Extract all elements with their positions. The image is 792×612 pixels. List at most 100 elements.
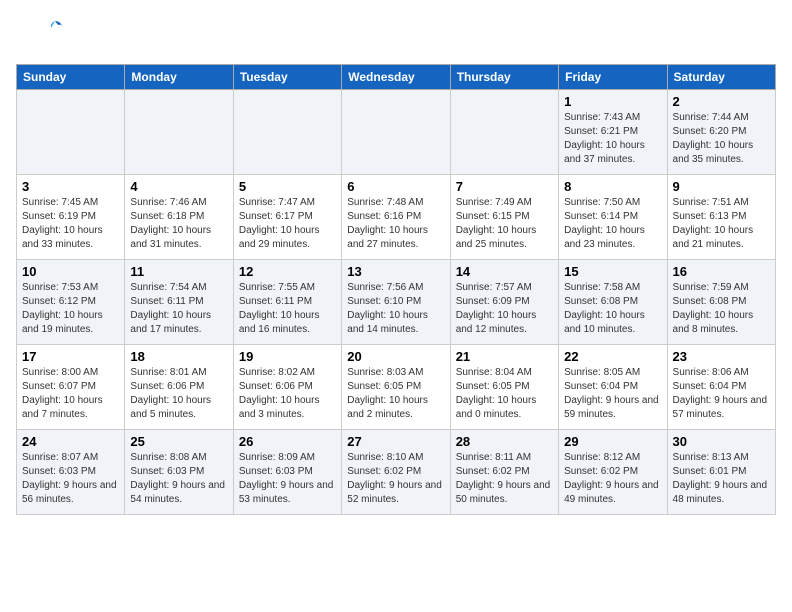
- calendar-cell: 5 Sunrise: 7:47 AM Sunset: 6:17 PM Daylig…: [233, 175, 341, 260]
- day-info: Sunrise: 8:12 AM Sunset: 6:02 PM Dayligh…: [564, 451, 661, 507]
- day-info: Sunrise: 8:00 AM Sunset: 6:07 PM Dayligh…: [22, 366, 119, 422]
- calendar-cell: 16 Sunrise: 7:59 AM Sunset: 6:08 PM Dayli…: [667, 260, 775, 345]
- day-number: 25: [130, 434, 227, 449]
- calendar-cell: [125, 90, 233, 175]
- day-number: 19: [239, 349, 336, 364]
- calendar-header-row: SundayMondayTuesdayWednesdayThursdayFrid…: [17, 65, 776, 90]
- weekday-header-sunday: Sunday: [17, 65, 125, 90]
- day-number: 17: [22, 349, 119, 364]
- calendar-cell: 25 Sunrise: 8:08 AM Sunset: 6:03 PM Dayli…: [125, 430, 233, 515]
- calendar-week-row: 10 Sunrise: 7:53 AM Sunset: 6:12 PM Dayli…: [17, 260, 776, 345]
- day-number: 11: [130, 264, 227, 279]
- day-number: 20: [347, 349, 444, 364]
- day-number: 4: [130, 179, 227, 194]
- day-number: 12: [239, 264, 336, 279]
- calendar-cell: 14Sunrise: 7:57 AM Sunset: 6:09 PM Dayli…: [450, 260, 558, 345]
- day-number: 26: [239, 434, 336, 449]
- day-number: 27: [347, 434, 444, 449]
- day-info: Sunrise: 8:06 AM Sunset: 6:04 PM Dayligh…: [673, 366, 770, 422]
- logo-bird-icon: [46, 18, 64, 36]
- day-number: 13: [347, 264, 444, 279]
- day-number: 2: [673, 94, 770, 109]
- day-number: 6: [347, 179, 444, 194]
- calendar-cell: 22Sunrise: 8:05 AM Sunset: 6:04 PM Dayli…: [559, 345, 667, 430]
- calendar-cell: [450, 90, 558, 175]
- calendar-cell: 12Sunrise: 7:55 AM Sunset: 6:11 PM Dayli…: [233, 260, 341, 345]
- weekday-header-wednesday: Wednesday: [342, 65, 450, 90]
- calendar-cell: 18Sunrise: 8:01 AM Sunset: 6:06 PM Dayli…: [125, 345, 233, 430]
- day-info: Sunrise: 7:49 AM Sunset: 6:15 PM Dayligh…: [456, 196, 553, 252]
- calendar-cell: 8Sunrise: 7:50 AM Sunset: 6:14 PM Daylig…: [559, 175, 667, 260]
- logo: [16, 16, 86, 56]
- day-info: Sunrise: 7:57 AM Sunset: 6:09 PM Dayligh…: [456, 281, 553, 337]
- day-number: 10: [22, 264, 119, 279]
- calendar-cell: 24 Sunrise: 8:07 AM Sunset: 6:03 PM Dayli…: [17, 430, 125, 515]
- calendar-cell: [233, 90, 341, 175]
- day-number: 29: [564, 434, 661, 449]
- day-info: Sunrise: 8:02 AM Sunset: 6:06 PM Dayligh…: [239, 366, 336, 422]
- calendar-cell: 9 Sunrise: 7:51 AM Sunset: 6:13 PM Daylig…: [667, 175, 775, 260]
- calendar-cell: 10 Sunrise: 7:53 AM Sunset: 6:12 PM Dayli…: [17, 260, 125, 345]
- calendar-cell: [17, 90, 125, 175]
- day-number: 9: [673, 179, 770, 194]
- weekday-header-thursday: Thursday: [450, 65, 558, 90]
- day-number: 15: [564, 264, 661, 279]
- calendar-week-row: 17 Sunrise: 8:00 AM Sunset: 6:07 PM Dayli…: [17, 345, 776, 430]
- day-number: 30: [673, 434, 770, 449]
- calendar-cell: 30 Sunrise: 8:13 AM Sunset: 6:01 PM Dayli…: [667, 430, 775, 515]
- calendar-cell: 4 Sunrise: 7:46 AM Sunset: 6:18 PM Daylig…: [125, 175, 233, 260]
- day-number: 22: [564, 349, 661, 364]
- day-info: Sunrise: 8:03 AM Sunset: 6:05 PM Dayligh…: [347, 366, 444, 422]
- calendar-cell: 19 Sunrise: 8:02 AM Sunset: 6:06 PM Dayli…: [233, 345, 341, 430]
- day-number: 21: [456, 349, 553, 364]
- calendar-cell: 20 Sunrise: 8:03 AM Sunset: 6:05 PM Dayli…: [342, 345, 450, 430]
- calendar-cell: 15 Sunrise: 7:58 AM Sunset: 6:08 PM Dayli…: [559, 260, 667, 345]
- day-info: Sunrise: 7:54 AM Sunset: 6:11 PM Dayligh…: [130, 281, 227, 337]
- weekday-header-friday: Friday: [559, 65, 667, 90]
- calendar-cell: 21Sunrise: 8:04 AM Sunset: 6:05 PM Dayli…: [450, 345, 558, 430]
- day-info: Sunrise: 7:58 AM Sunset: 6:08 PM Dayligh…: [564, 281, 661, 337]
- day-number: 16: [673, 264, 770, 279]
- calendar-cell: 26 Sunrise: 8:09 AM Sunset: 6:03 PM Dayli…: [233, 430, 341, 515]
- day-info: Sunrise: 8:08 AM Sunset: 6:03 PM Dayligh…: [130, 451, 227, 507]
- day-info: Sunrise: 8:11 AM Sunset: 6:02 PM Dayligh…: [456, 451, 553, 507]
- day-number: 8: [564, 179, 661, 194]
- calendar-cell: 1 Sunrise: 7:43 AM Sunset: 6:21 PM Daylig…: [559, 90, 667, 175]
- calendar-cell: 23Sunrise: 8:06 AM Sunset: 6:04 PM Dayli…: [667, 345, 775, 430]
- calendar-cell: 17 Sunrise: 8:00 AM Sunset: 6:07 PM Dayli…: [17, 345, 125, 430]
- calendar-cell: 29 Sunrise: 8:12 AM Sunset: 6:02 PM Dayli…: [559, 430, 667, 515]
- day-number: 28: [456, 434, 553, 449]
- weekday-header-tuesday: Tuesday: [233, 65, 341, 90]
- day-info: Sunrise: 8:13 AM Sunset: 6:01 PM Dayligh…: [673, 451, 770, 507]
- calendar-cell: 13 Sunrise: 7:56 AM Sunset: 6:10 PM Dayli…: [342, 260, 450, 345]
- day-info: Sunrise: 7:48 AM Sunset: 6:16 PM Dayligh…: [347, 196, 444, 252]
- weekday-header-saturday: Saturday: [667, 65, 775, 90]
- calendar-week-row: 1 Sunrise: 7:43 AM Sunset: 6:21 PM Daylig…: [17, 90, 776, 175]
- calendar-cell: 7 Sunrise: 7:49 AM Sunset: 6:15 PM Daylig…: [450, 175, 558, 260]
- calendar-cell: 6 Sunrise: 7:48 AM Sunset: 6:16 PM Daylig…: [342, 175, 450, 260]
- day-info: Sunrise: 8:09 AM Sunset: 6:03 PM Dayligh…: [239, 451, 336, 507]
- day-info: Sunrise: 7:59 AM Sunset: 6:08 PM Dayligh…: [673, 281, 770, 337]
- calendar-cell: 2 Sunrise: 7:44 AM Sunset: 6:20 PM Daylig…: [667, 90, 775, 175]
- calendar-cell: 11 Sunrise: 7:54 AM Sunset: 6:11 PM Dayli…: [125, 260, 233, 345]
- day-number: 3: [22, 179, 119, 194]
- calendar-cell: 3Sunrise: 7:45 AM Sunset: 6:19 PM Daylig…: [17, 175, 125, 260]
- day-info: Sunrise: 7:44 AM Sunset: 6:20 PM Dayligh…: [673, 111, 770, 167]
- day-number: 5: [239, 179, 336, 194]
- day-info: Sunrise: 7:51 AM Sunset: 6:13 PM Dayligh…: [673, 196, 770, 252]
- day-number: 7: [456, 179, 553, 194]
- day-info: Sunrise: 7:46 AM Sunset: 6:18 PM Dayligh…: [130, 196, 227, 252]
- day-number: 24: [22, 434, 119, 449]
- day-info: Sunrise: 7:43 AM Sunset: 6:21 PM Dayligh…: [564, 111, 661, 167]
- day-info: Sunrise: 8:07 AM Sunset: 6:03 PM Dayligh…: [22, 451, 119, 507]
- day-number: 1: [564, 94, 661, 109]
- day-info: Sunrise: 8:01 AM Sunset: 6:06 PM Dayligh…: [130, 366, 227, 422]
- day-info: Sunrise: 7:56 AM Sunset: 6:10 PM Dayligh…: [347, 281, 444, 337]
- weekday-header-monday: Monday: [125, 65, 233, 90]
- day-info: Sunrise: 7:47 AM Sunset: 6:17 PM Dayligh…: [239, 196, 336, 252]
- calendar-week-row: 24 Sunrise: 8:07 AM Sunset: 6:03 PM Dayli…: [17, 430, 776, 515]
- calendar-cell: 28 Sunrise: 8:11 AM Sunset: 6:02 PM Dayli…: [450, 430, 558, 515]
- calendar-cell: 27Sunrise: 8:10 AM Sunset: 6:02 PM Dayli…: [342, 430, 450, 515]
- calendar-table: SundayMondayTuesdayWednesdayThursdayFrid…: [16, 64, 776, 515]
- day-info: Sunrise: 7:53 AM Sunset: 6:12 PM Dayligh…: [22, 281, 119, 337]
